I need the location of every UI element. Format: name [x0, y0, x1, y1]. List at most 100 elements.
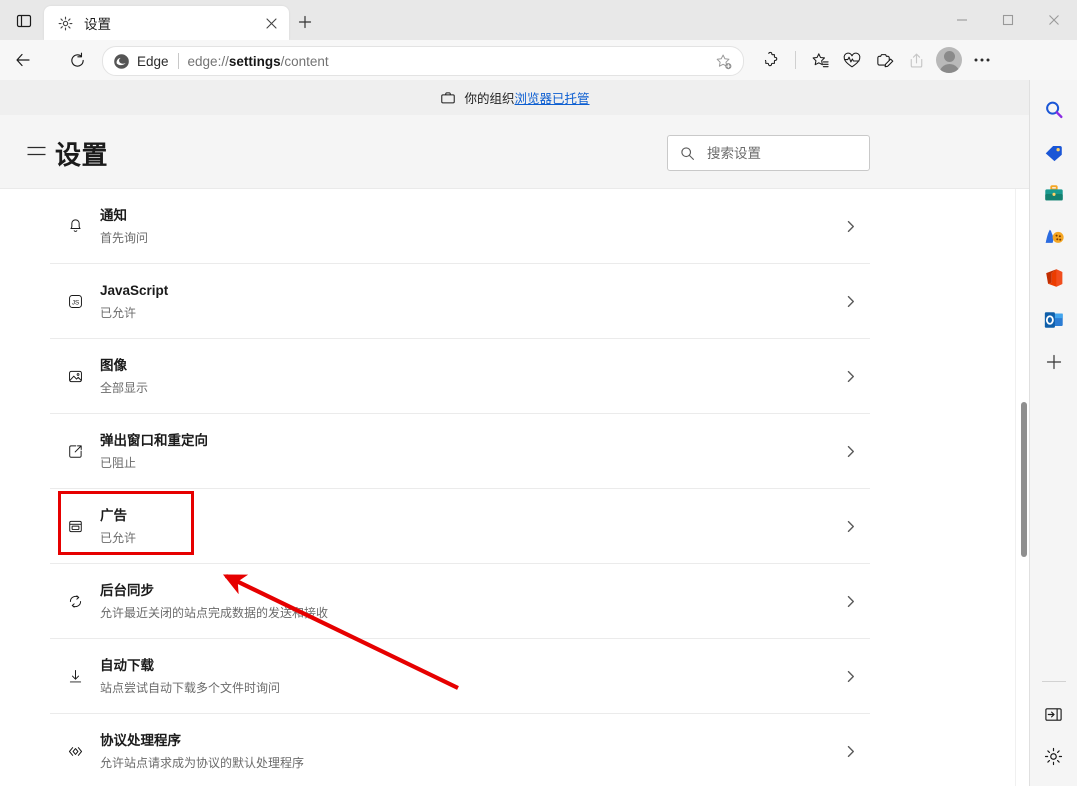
minimize-icon — [957, 19, 967, 21]
new-tab-button[interactable] — [292, 10, 318, 34]
omnibox-brand-label: Edge — [137, 53, 169, 69]
browser-toolbar-icons — [755, 44, 998, 76]
sidebar-divider — [1041, 681, 1066, 682]
permission-row-text: 后台同步允许最近关闭的站点完成数据的发送和接收 — [100, 582, 830, 621]
permission-status: 允许站点请求成为协议的默认处理程序 — [100, 755, 305, 770]
permission-row-text: JavaScript 已允许 — [100, 282, 830, 321]
sidebar-outlook-icon[interactable] — [1038, 304, 1070, 336]
permission-row-text: 图像 全部显示 — [100, 357, 830, 396]
chevron-right-icon[interactable] — [830, 295, 870, 308]
search-input[interactable] — [705, 144, 859, 162]
ellipsis-icon — [974, 58, 990, 62]
permission-row[interactable]: 图像 全部显示 — [50, 339, 870, 414]
close-icon — [1049, 15, 1059, 25]
org-banner-text: 你的组织 — [464, 92, 515, 106]
url-prefix: edge:// — [187, 53, 229, 69]
permission-row[interactable]: JS JavaScript 已允许 — [50, 264, 870, 339]
permission-row[interactable]: 自动下载 站点尝试自动下载多个文件时询问 — [50, 639, 870, 714]
toolbar-divider — [795, 51, 796, 69]
reload-button[interactable] — [61, 44, 93, 76]
chevron-right-icon[interactable] — [830, 745, 870, 758]
page-title: 设置 — [55, 140, 109, 170]
sidebar-office-icon[interactable] — [1038, 262, 1070, 294]
minimize-button[interactable] — [939, 0, 985, 40]
permission-row-text: 通知 首先询问 — [100, 207, 830, 246]
sidebar-tools-icon[interactable] — [1038, 178, 1070, 210]
permissions-list: 通知 首先询问 JS JavaScript 已允许 图像 全部显示 弹出窗口和重定向 已阻止 广告… — [50, 189, 870, 786]
js-icon: JS — [50, 293, 100, 310]
settings-search-box[interactable] — [667, 135, 870, 171]
tab-title: 设置 — [84, 17, 111, 32]
navigation-bar: Edge edge://settings/content — [0, 40, 1077, 80]
close-icon — [265, 17, 277, 29]
close-window-button[interactable] — [1031, 0, 1077, 40]
chevron-right-icon[interactable] — [830, 595, 870, 608]
share-button[interactable] — [900, 44, 932, 76]
search-icon — [680, 146, 695, 161]
edge-logo-icon — [113, 53, 130, 70]
hamburger-menu-icon — [27, 146, 45, 156]
browser-tab[interactable]: 设置 — [44, 6, 289, 40]
tab-search-button[interactable] — [10, 9, 38, 33]
permission-row[interactable]: 后台同步允许最近关闭的站点完成数据的发送和接收 — [50, 564, 870, 639]
permission-status: 站点尝试自动下载多个文件时询问 — [100, 680, 281, 695]
permission-row-text: 弹出窗口和重定向 已阻止 — [100, 432, 830, 471]
url-path: /content — [280, 53, 329, 69]
permission-row[interactable]: 协议处理程序允许站点请求成为协议的默认处理程序 — [50, 714, 870, 786]
sidebar-toggle-icon[interactable] — [1038, 698, 1070, 730]
permission-row-text: 广告 已允许 — [100, 507, 830, 546]
add-favorite-star-icon — [716, 54, 732, 70]
address-bar[interactable]: Edge edge://settings/content — [102, 46, 744, 76]
sidebar-search-icon[interactable] — [1038, 94, 1070, 126]
protocol-icon — [50, 742, 100, 761]
chevron-right-icon[interactable] — [830, 670, 870, 683]
favorites-button[interactable] — [804, 44, 836, 76]
permission-title: 后台同步 — [100, 582, 154, 598]
permission-title: 协议处理程序 — [100, 732, 181, 748]
permission-row[interactable]: 弹出窗口和重定向 已阻止 — [50, 414, 870, 489]
chevron-right-icon[interactable] — [830, 445, 870, 458]
chevron-right-icon[interactable] — [830, 220, 870, 233]
permission-row[interactable]: 广告 已允许 — [50, 489, 870, 564]
sidebar-settings-icon[interactable] — [1038, 740, 1070, 772]
scrollbar-thumb[interactable] — [1021, 402, 1027, 557]
favorites-icon — [812, 52, 829, 67]
permission-title: 弹出窗口和重定向 — [100, 432, 208, 448]
plus-icon — [298, 15, 312, 29]
extensions-button[interactable] — [755, 44, 787, 76]
maximize-icon — [1002, 14, 1014, 26]
permission-row[interactable]: 通知 首先询问 — [50, 189, 870, 264]
permission-status: 已允许 — [100, 530, 137, 545]
permission-title: JavaScript — [100, 282, 169, 298]
chevron-right-icon[interactable] — [830, 370, 870, 383]
chevron-right-icon[interactable] — [830, 520, 870, 533]
permission-title: 广告 — [100, 507, 127, 523]
permission-status: 首先询问 — [100, 230, 149, 245]
permission-status: 允许最近关闭的站点完成数据的发送和接收 — [100, 605, 329, 620]
managed-browser-link[interactable]: 浏览器已托管 — [515, 88, 590, 107]
back-button[interactable] — [7, 44, 39, 76]
sidebar-shopping-icon[interactable] — [1038, 136, 1070, 168]
screenshot-button[interactable] — [868, 44, 900, 76]
maximize-button[interactable] — [985, 0, 1031, 40]
popup-icon — [50, 443, 100, 460]
title-bar: 设置 — [0, 0, 1077, 41]
share-icon — [910, 53, 922, 68]
ads-icon — [50, 518, 100, 535]
url-host: settings — [228, 53, 281, 69]
tab-close-button[interactable] — [259, 11, 283, 35]
sidebar-add-icon[interactable] — [1038, 346, 1070, 378]
permission-status: 已允许 — [100, 305, 137, 320]
collections-button[interactable] — [836, 44, 868, 76]
sidebar-games-icon[interactable] — [1038, 220, 1070, 252]
sync-icon — [50, 593, 100, 610]
permission-row-text: 协议处理程序允许站点请求成为协议的默认处理程序 — [100, 732, 830, 771]
more-options-button[interactable] — [966, 44, 998, 76]
browser-window: 设置 Edge edge://settings/content 你的组织 浏览器… — [0, 0, 1077, 786]
omnibox-url: edge://settings/content — [188, 54, 329, 69]
bell-icon — [50, 218, 100, 235]
permission-status: 全部显示 — [100, 380, 149, 395]
profile-avatar[interactable] — [936, 47, 962, 73]
settings-menu-button[interactable] — [18, 133, 54, 169]
add-favorite-button[interactable] — [713, 51, 735, 73]
